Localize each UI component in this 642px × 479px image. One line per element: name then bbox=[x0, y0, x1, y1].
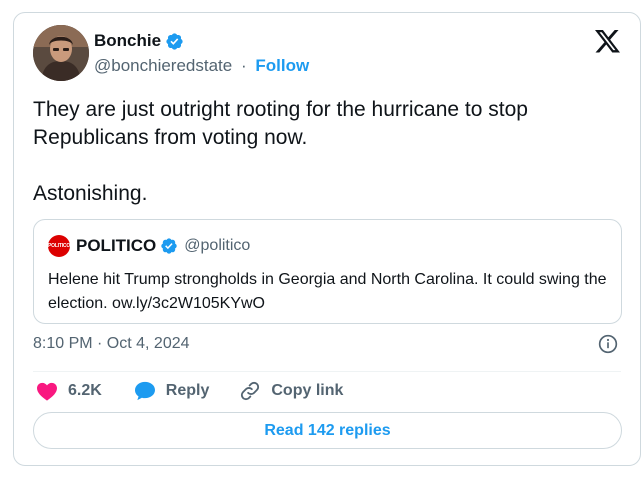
quoted-tweet[interactable]: POLITICO POLITICO @politico Helene hit T… bbox=[33, 219, 622, 324]
tweet-paragraph: Astonishing. bbox=[33, 182, 148, 205]
link-icon bbox=[241, 381, 260, 401]
quoted-author-name: POLITICO bbox=[76, 236, 157, 255]
copy-link-button[interactable]: Copy link bbox=[239, 380, 343, 402]
tweet-paragraph: They are just outright rooting for the h… bbox=[33, 98, 528, 149]
heart-icon bbox=[37, 382, 57, 401]
like-count: 6.2K bbox=[68, 382, 102, 399]
tweet-text: They are just outright rooting for the h… bbox=[33, 96, 613, 208]
quoted-author-handle: @politico bbox=[184, 237, 251, 254]
like-button[interactable]: 6.2K bbox=[36, 381, 102, 401]
tweet-card: Bonchie @bonchieredstate · Follow They a… bbox=[13, 12, 641, 466]
quoted-tweet-text: Helene hit Trump strongholds in Georgia … bbox=[48, 271, 607, 312]
reply-button[interactable]: Reply bbox=[134, 381, 210, 401]
author-handle-row: @bonchieredstate · Follow bbox=[94, 56, 309, 76]
author-handle[interactable]: @bonchieredstate bbox=[94, 56, 232, 75]
author-name-row[interactable]: Bonchie bbox=[94, 31, 184, 51]
tweet-timestamp[interactable]: 8:10 PM · Oct 4, 2024 bbox=[33, 333, 190, 355]
follow-link[interactable]: Follow bbox=[255, 56, 309, 75]
politico-logo: POLITICO bbox=[48, 235, 70, 257]
handle-separator: · bbox=[240, 56, 247, 75]
author-avatar[interactable] bbox=[33, 25, 89, 81]
action-bar: 6.2K Reply Copy link bbox=[36, 379, 343, 403]
divider bbox=[33, 371, 621, 372]
verified-badge-icon bbox=[166, 32, 183, 50]
copy-link-label: Copy link bbox=[271, 382, 344, 399]
reply-label: Reply bbox=[165, 382, 210, 399]
verified-badge-icon bbox=[161, 238, 177, 254]
author-name[interactable]: Bonchie bbox=[94, 31, 161, 51]
speech-bubble-icon bbox=[134, 381, 155, 401]
quoted-tweet-header: POLITICO POLITICO @politico bbox=[48, 235, 250, 257]
avatar-photo bbox=[33, 25, 89, 81]
info-icon[interactable] bbox=[598, 334, 618, 354]
read-replies-button[interactable]: Read 142 replies bbox=[33, 412, 622, 449]
x-logo-icon[interactable] bbox=[595, 30, 620, 53]
